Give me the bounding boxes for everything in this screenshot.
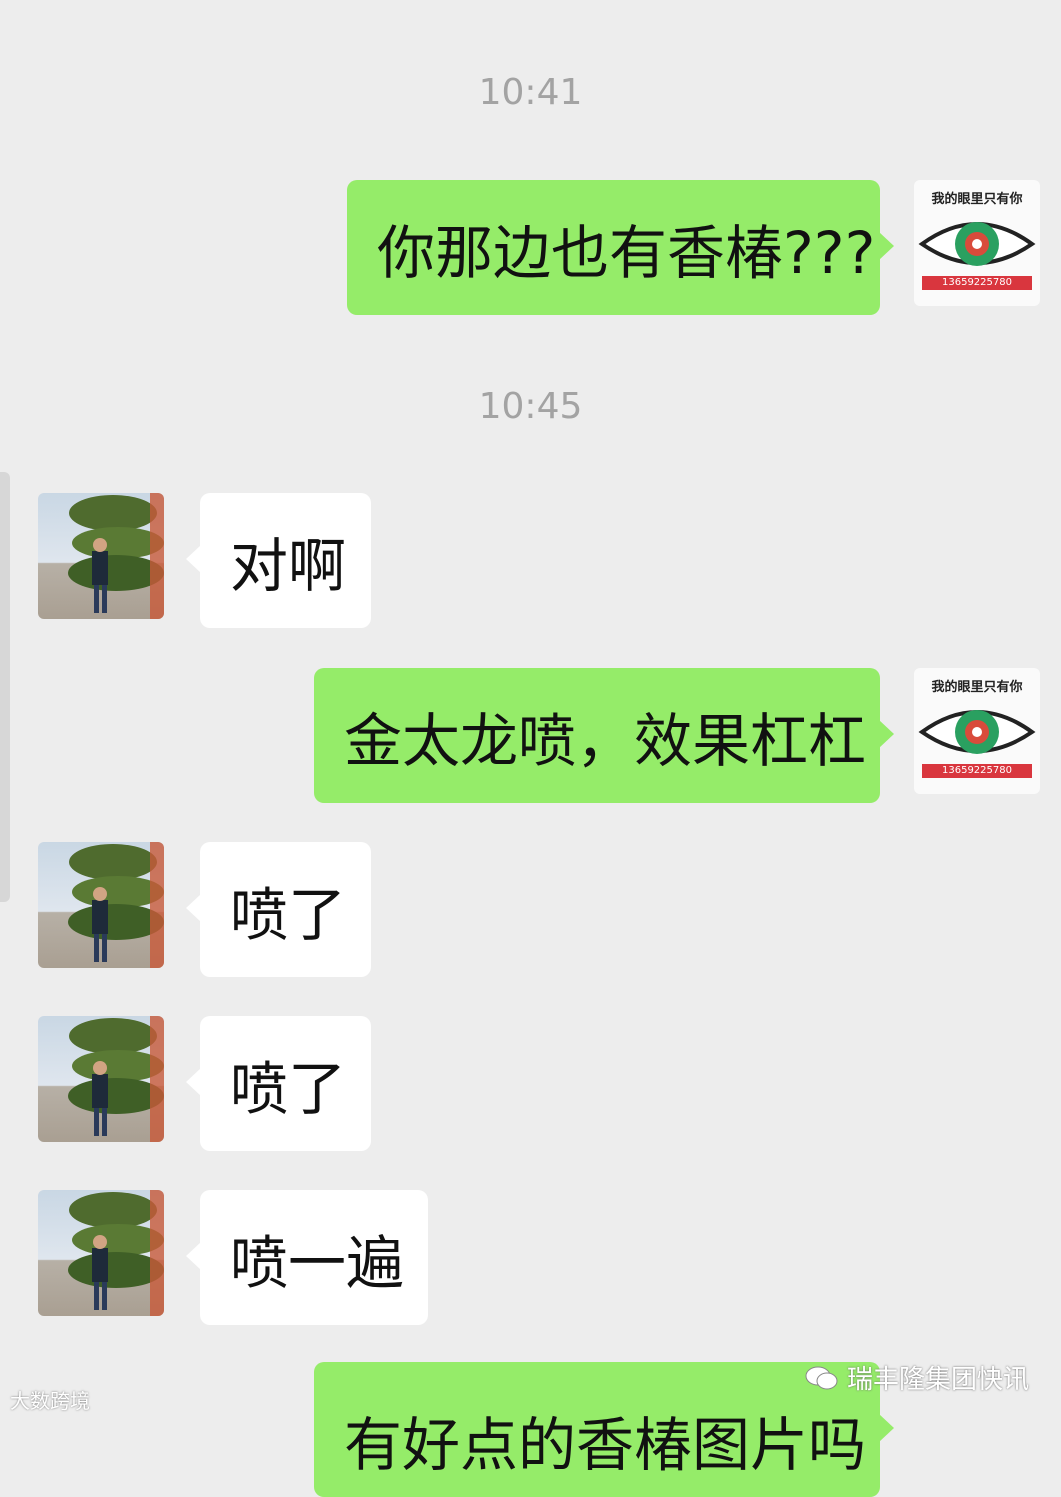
message-bubble-outgoing[interactable]: 有好点的香椿图片吗: [314, 1362, 894, 1497]
message-bubble-incoming[interactable]: 喷了: [186, 1016, 371, 1151]
message-text: 你那边也有香椿???: [377, 218, 876, 287]
person-photo-icon: [68, 1016, 164, 1142]
wechat-icon: [805, 1366, 838, 1389]
avatar[interactable]: 我的眼里只有你 13659225780: [914, 180, 1040, 306]
message-text: 有好点的香椿图片吗: [344, 1411, 867, 1479]
message-bubble-outgoing[interactable]: 金太龙喷，效果杠杠: [314, 668, 894, 803]
message-text: 喷一遍: [230, 1228, 405, 1297]
person-photo-icon: [68, 842, 164, 968]
eye-icon: [918, 222, 1036, 266]
timestamp: 10:45: [478, 386, 583, 427]
message-text: 金太龙喷，效果杠杠: [344, 706, 867, 775]
person-photo-icon: [68, 1190, 164, 1316]
message-bubble-incoming[interactable]: 喷了: [186, 842, 371, 977]
watermark-right: 瑞丰隆集团快讯: [805, 1359, 1029, 1396]
watermark-right-text: 瑞丰隆集团快讯: [846, 1365, 1029, 1395]
avatar-strip: 13659225780: [922, 764, 1032, 778]
avatar[interactable]: [38, 1016, 164, 1142]
avatar[interactable]: [38, 842, 164, 968]
message-bubble-incoming[interactable]: 对啊: [186, 493, 371, 628]
watermark-left-text: 大数跨境: [10, 1389, 90, 1413]
avatar[interactable]: [38, 1190, 164, 1316]
avatar-strip: 13659225780: [922, 276, 1032, 290]
message-text: 喷了: [230, 1054, 347, 1123]
eye-icon: [918, 710, 1036, 754]
message-bubble-outgoing[interactable]: 你那边也有香椿???: [347, 180, 894, 315]
message-text: 对啊: [230, 531, 347, 600]
scroll-indicator[interactable]: [0, 472, 10, 902]
timestamp: 10:41: [478, 72, 583, 113]
message-text: 喷了: [230, 880, 347, 949]
person-photo-icon: [68, 493, 164, 619]
avatar[interactable]: [38, 493, 164, 619]
message-bubble-incoming[interactable]: 喷一遍: [186, 1190, 428, 1325]
watermark-left: 大数跨境: [10, 1385, 90, 1414]
avatar[interactable]: 我的眼里只有你 13659225780: [914, 668, 1040, 794]
